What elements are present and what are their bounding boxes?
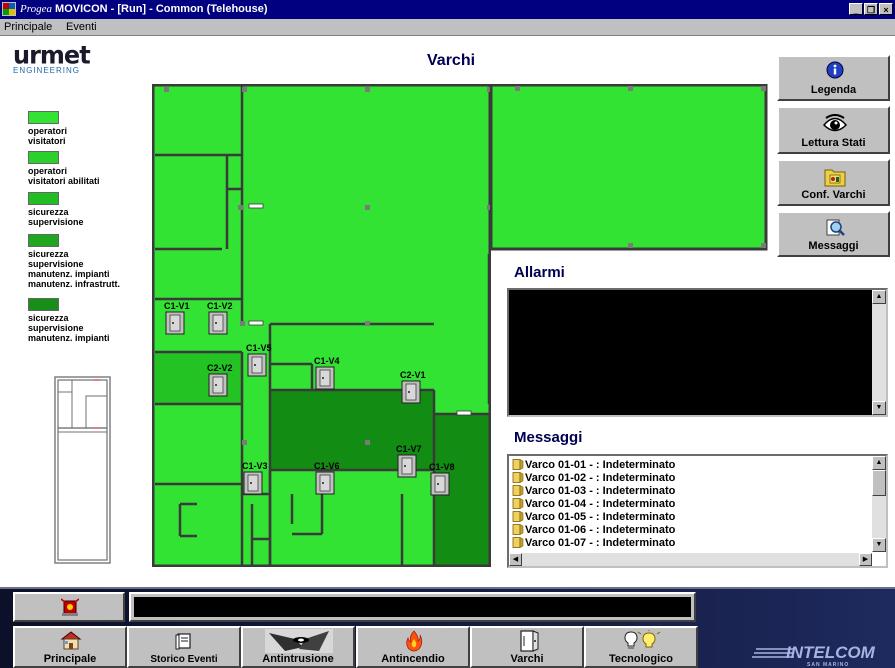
message-text: Varco 01-06 - : Indeterminato xyxy=(525,523,676,536)
message-row[interactable]: Varco 01-04 - : Indeterminato xyxy=(509,497,873,510)
door-label: C1-V3 xyxy=(242,461,268,471)
message-row[interactable]: Varco 01-05 - : Indeterminato xyxy=(509,510,873,523)
message-text: Varco 01-03 - : Indeterminato xyxy=(525,484,676,497)
legend-item: sicurezza supervisione manutenz. impiant… xyxy=(28,234,120,289)
door-open-icon xyxy=(512,485,524,496)
menu-bar: Principale Eventi xyxy=(0,19,895,36)
scroll-down-button[interactable]: ▼ xyxy=(872,538,886,552)
title-bar: Progea MOVICON - [Run] - Common (Telehou… xyxy=(0,0,895,19)
door-open-icon xyxy=(512,459,524,470)
messages-title: Messaggi xyxy=(514,429,583,446)
nav-tecnologico-button[interactable]: Tecnologico xyxy=(584,626,698,668)
restore-button[interactable]: ❐ xyxy=(864,3,878,15)
scroll-left-button[interactable]: ◀ xyxy=(509,553,522,566)
message-row[interactable]: Varco 01-02 - : Indeterminato xyxy=(509,471,873,484)
messages-hscrollbar[interactable]: ◀ ▶ xyxy=(509,553,872,566)
info-icon xyxy=(826,61,844,79)
scroll-up-button[interactable]: ▲ xyxy=(872,290,886,304)
door-label: C1-V6 xyxy=(314,461,340,471)
scroll-thumb[interactable] xyxy=(872,470,886,496)
door-open-icon xyxy=(512,524,524,535)
lettura-stati-button[interactable]: Lettura Stati xyxy=(777,106,890,154)
urmet-logo: urmet ENGINEERING xyxy=(13,40,91,75)
message-row[interactable]: Varco 01-06 - : Indeterminato xyxy=(509,523,873,536)
legend-item: sicurezza supervisione manutenz. impiant… xyxy=(28,298,110,343)
legend-swatch xyxy=(28,111,59,124)
folder-config-icon xyxy=(824,169,846,187)
minimize-button[interactable]: _ xyxy=(849,3,863,15)
message-text: Varco 01-02 - : Indeterminato xyxy=(525,471,676,484)
messages-scrollbar[interactable]: ▲ ▼ xyxy=(872,456,886,552)
nav-antintrusione-button[interactable]: Antintrusione xyxy=(241,626,355,668)
page-title: Varchi xyxy=(427,52,476,69)
message-text: Varco 01-01 - : Indeterminato xyxy=(525,458,676,471)
door-open-icon xyxy=(512,511,524,522)
scroll-up-button[interactable]: ▲ xyxy=(872,456,886,470)
house-icon xyxy=(60,631,82,650)
scroll-right-button[interactable]: ▶ xyxy=(859,553,872,566)
legend-swatch xyxy=(28,151,59,164)
nav-antincendio-button[interactable]: Antincendio xyxy=(356,626,470,668)
building-minimap[interactable] xyxy=(54,376,111,564)
door-open-icon xyxy=(512,498,524,509)
alarm-bell-icon xyxy=(61,598,79,616)
door-label: C1-V1 xyxy=(164,301,190,311)
legend-item: operatori visitatori xyxy=(28,111,67,146)
legend-item: operatori visitatori abilitati xyxy=(28,151,100,186)
bottom-toolbar: Principale Storico Eventi Antintrusione … xyxy=(0,587,895,668)
door-open-icon xyxy=(512,472,524,483)
nav-varchi-button[interactable]: Varchi xyxy=(470,626,584,668)
door-open-icon xyxy=(512,537,524,548)
window-title: Progea MOVICON - [Run] - Common (Telehou… xyxy=(20,3,268,15)
legend-swatch xyxy=(28,234,59,247)
alarm-silence-button[interactable] xyxy=(13,592,125,622)
alarms-panel[interactable]: ▲ ▼ xyxy=(507,288,888,417)
floor-plan: C1-V1 C1-V2 C2-V2 C1-V5 C1-V4 C2-V1 C1-V3 C1-V6… xyxy=(152,84,491,567)
message-text: Varco 01-07 - : Indeterminato xyxy=(525,536,676,549)
message-text: Varco 01-04 - : Indeterminato xyxy=(525,497,676,510)
intruder-icon xyxy=(265,629,333,653)
upper-room-plan xyxy=(490,84,768,251)
message-row[interactable]: Varco 01-03 - : Indeterminato xyxy=(509,484,873,497)
menu-principale[interactable]: Principale xyxy=(4,21,52,33)
messaggi-button[interactable]: Messaggi xyxy=(777,211,890,257)
lightbulb-icon xyxy=(624,630,661,649)
alarms-title: Allarmi xyxy=(514,264,565,281)
legend-item: sicurezza supervisione xyxy=(28,192,84,227)
legend-swatch xyxy=(28,192,59,205)
menu-eventi[interactable]: Eventi xyxy=(66,21,97,33)
legend-swatch xyxy=(28,298,59,311)
door-label: C1-V5 xyxy=(246,343,272,353)
message-row[interactable]: Varco 01-01 - : Indeterminato xyxy=(509,458,873,471)
conf-varchi-button[interactable]: Conf. Varchi xyxy=(777,159,890,206)
door-label: C1-V4 xyxy=(314,356,340,366)
book-icon xyxy=(175,633,191,650)
legenda-button[interactable]: Legenda xyxy=(777,55,890,101)
alarms-scrollbar[interactable]: ▲ ▼ xyxy=(872,290,886,415)
door-label: C1-V8 xyxy=(429,462,455,472)
close-button[interactable]: × xyxy=(879,3,893,15)
door-label: C2-V1 xyxy=(400,370,426,380)
magnifier-icon xyxy=(826,219,845,236)
app-icon xyxy=(2,2,16,16)
door-label: C1-V7 xyxy=(396,444,422,454)
messages-list[interactable]: Varco 01-01 - : Indeterminato Varco 01-02… xyxy=(507,454,888,568)
door-label: C1-V2 xyxy=(207,301,233,311)
message-text: Varco 01-05 - : Indeterminato xyxy=(525,510,676,523)
eye-icon xyxy=(823,114,847,132)
door-label: C2-V2 xyxy=(207,363,233,373)
status-display xyxy=(129,592,696,622)
scroll-down-button[interactable]: ▼ xyxy=(872,401,886,415)
fire-icon xyxy=(406,630,423,652)
nav-principale-button[interactable]: Principale xyxy=(13,626,127,668)
nav-storico-eventi-button[interactable]: Storico Eventi xyxy=(127,626,241,668)
door-icon xyxy=(520,630,539,652)
message-row[interactable]: Varco 01-07 - : Indeterminato xyxy=(509,536,873,549)
